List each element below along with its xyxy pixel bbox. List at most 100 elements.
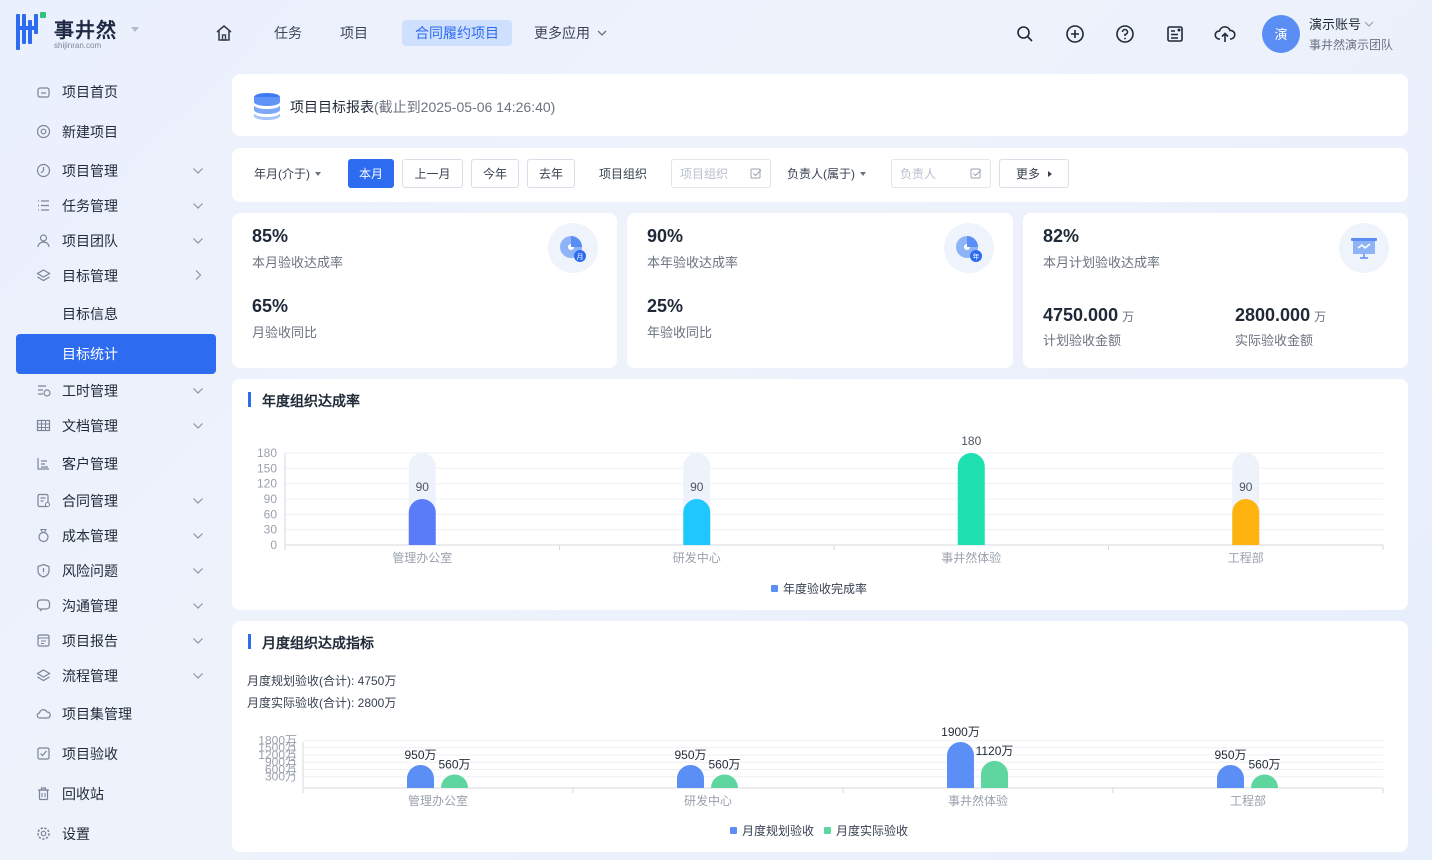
plan-amount-label: 计划验收金额 xyxy=(1043,333,1122,348)
top-bar: 事井然 shijinran.com 任务 项目 合同履约项目 更多应用 演 演示… xyxy=(0,0,1432,66)
x-tick-label: 研发中心 xyxy=(673,550,721,565)
sidebar-item-1[interactable]: 新建项目 xyxy=(16,114,216,149)
monthly-chart-legend[interactable]: 月度规划验收 月度实际验收 xyxy=(730,822,918,839)
sidebar-item-2[interactable]: 项目管理 xyxy=(16,153,216,188)
select-icon xyxy=(750,168,762,179)
sidebar-item-5[interactable]: 目标管理 xyxy=(16,258,216,293)
sidebar-item-label: 项目团队 xyxy=(62,232,118,249)
database-icon xyxy=(252,92,282,125)
sidebar-item-10[interactable]: 客户管理 xyxy=(16,446,216,481)
nav-contract-projects[interactable]: 合同履约项目 xyxy=(402,20,512,46)
bar xyxy=(407,765,434,788)
cost-icon xyxy=(38,528,49,543)
chevron-down-icon xyxy=(193,238,203,244)
y-tick-label: 180 xyxy=(257,446,277,460)
y-tick-label: 120 xyxy=(257,477,277,491)
notice-icon[interactable] xyxy=(1162,21,1188,47)
last-year-button[interactable]: 去年 xyxy=(527,159,575,188)
user-menu[interactable]: 演 演示账号 事井然演示团队 xyxy=(1262,14,1393,53)
chevron-down-icon xyxy=(193,638,203,644)
chevron-right-icon xyxy=(195,270,202,280)
data-label: 950万 xyxy=(674,748,706,762)
annual-org-chart: 030609012015018090管理办公室90研发中心180事井然体验90工… xyxy=(257,434,1384,565)
sidebar-item-label: 目标管理 xyxy=(62,267,118,284)
sidebar-item-13[interactable]: 风险问题 xyxy=(16,553,216,588)
nav-more-apps[interactable]: 更多应用 xyxy=(534,20,609,46)
select-icon xyxy=(970,168,982,179)
this-month-button[interactable]: 本月 xyxy=(348,159,394,188)
sidebar-item-17[interactable]: 项目集管理 xyxy=(16,696,216,731)
year-disc-icon: 年 xyxy=(944,223,994,273)
sidebar-item-12[interactable]: 成本管理 xyxy=(16,518,216,553)
sidebar-item-11[interactable]: 合同管理 xyxy=(16,483,216,518)
nav-projects[interactable]: 项目 xyxy=(340,20,368,46)
logo[interactable]: 事井然 shijinran.com xyxy=(16,12,117,52)
filter-bar: 年月(介于) 本月 上一月 今年 去年 项目组织 项目组织 负责人(属于) 负责… xyxy=(232,148,1408,202)
period-filter[interactable]: 年月(介于) xyxy=(254,159,321,188)
home-icon[interactable] xyxy=(212,20,236,46)
search-icon[interactable] xyxy=(1012,21,1038,47)
list-icon xyxy=(38,200,49,211)
sidebar-item-20[interactable]: 设置 xyxy=(16,816,216,851)
sidebar-item-7[interactable]: 目标统计 xyxy=(16,334,216,374)
sidebar-item-label: 沟通管理 xyxy=(62,597,118,614)
x-tick-label: 事井然体验 xyxy=(941,550,1001,565)
contract-icon xyxy=(37,493,51,508)
plan-rate-value: 82% xyxy=(1043,226,1080,246)
monthly-stat-card: 85% 本月验收达成率 65% 月验收同比 月 xyxy=(232,213,617,368)
x-tick-label: 研发中心 xyxy=(684,793,732,808)
data-label: 90 xyxy=(690,480,704,494)
sidebar-item-label: 项目首页 xyxy=(62,83,118,100)
chevron-down-icon xyxy=(193,568,203,574)
y-tick-label: 30 xyxy=(264,523,278,537)
avatar[interactable]: 演 xyxy=(1262,14,1300,53)
plan-stat-card: 82% 本月计划验收达成率 4750.000 万 计划验收金额 2800.000 万… xyxy=(1023,213,1408,368)
more-filters-button[interactable]: 更多 xyxy=(999,159,1069,188)
sidebar-item-label: 新建项目 xyxy=(62,123,118,140)
org-input-placeholder: 项目组织 xyxy=(680,167,729,181)
actual-amount-unit: 万 xyxy=(1314,310,1327,324)
plan-amount-value: 4750.000 xyxy=(1043,305,1119,325)
bar xyxy=(957,453,985,545)
sidebar-item-16[interactable]: 流程管理 xyxy=(16,658,216,693)
sidebar-item-15[interactable]: 项目报告 xyxy=(16,623,216,658)
bar xyxy=(683,499,711,545)
monthly-org-chart: 300万600万900万1200万1500万1800万950万560万管理办公室… xyxy=(258,725,1384,808)
help-icon[interactable] xyxy=(1112,21,1138,47)
user-icon xyxy=(37,234,50,248)
chevron-down-icon xyxy=(193,673,203,679)
add-icon[interactable] xyxy=(1062,21,1088,47)
annual-chart-legend[interactable]: 年度验收完成率 xyxy=(771,580,877,597)
sidebar-item-19[interactable]: 回收站 xyxy=(16,776,216,811)
org-input[interactable]: 项目组织 xyxy=(671,159,771,188)
bar xyxy=(677,765,704,788)
sidebar-item-0[interactable]: 项目首页 xyxy=(16,74,216,109)
owner-input[interactable]: 负责人 xyxy=(891,159,991,188)
data-label: 90 xyxy=(1239,480,1253,494)
y-tick-label: 60 xyxy=(264,507,278,521)
data-label: 1120万 xyxy=(976,744,1014,758)
month-disc-icon: 月 xyxy=(548,223,598,273)
logo-title: 事井然 xyxy=(54,20,117,42)
owner-filter-label: 负责人(属于) xyxy=(787,167,855,181)
yearly-stat-card: 90% 本年验收达成率 25% 年验收同比 年 xyxy=(627,213,1013,368)
sidebar-item-3[interactable]: 任务管理 xyxy=(16,188,216,223)
sidebar-item-6[interactable]: 目标信息 xyxy=(16,296,216,331)
owner-filter[interactable]: 负责人(属于) xyxy=(787,159,866,188)
monthly-yoy-value: 65% xyxy=(252,296,289,316)
sidebar-item-18[interactable]: 项目验收 xyxy=(16,736,216,771)
sidebar-item-8[interactable]: 工时管理 xyxy=(16,373,216,408)
sidebar-item-4[interactable]: 项目团队 xyxy=(16,223,216,258)
monthly-yoy-label: 月验收同比 xyxy=(252,325,318,340)
last-month-button[interactable]: 上一月 xyxy=(402,159,463,188)
workspace-caret-icon[interactable] xyxy=(131,27,139,32)
sidebar-item-label: 回收站 xyxy=(62,785,104,802)
nav-tasks[interactable]: 任务 xyxy=(274,20,302,46)
sidebar-item-14[interactable]: 沟通管理 xyxy=(16,588,216,623)
y-tick-label: 90 xyxy=(264,492,278,506)
cloud-upload-icon[interactable] xyxy=(1212,21,1238,47)
sidebar-item-9[interactable]: 文档管理 xyxy=(16,408,216,443)
this-year-button[interactable]: 今年 xyxy=(471,159,519,188)
legend-annual-rate: 年度验收完成率 xyxy=(783,582,868,596)
sidebar-item-label: 成本管理 xyxy=(62,527,118,544)
